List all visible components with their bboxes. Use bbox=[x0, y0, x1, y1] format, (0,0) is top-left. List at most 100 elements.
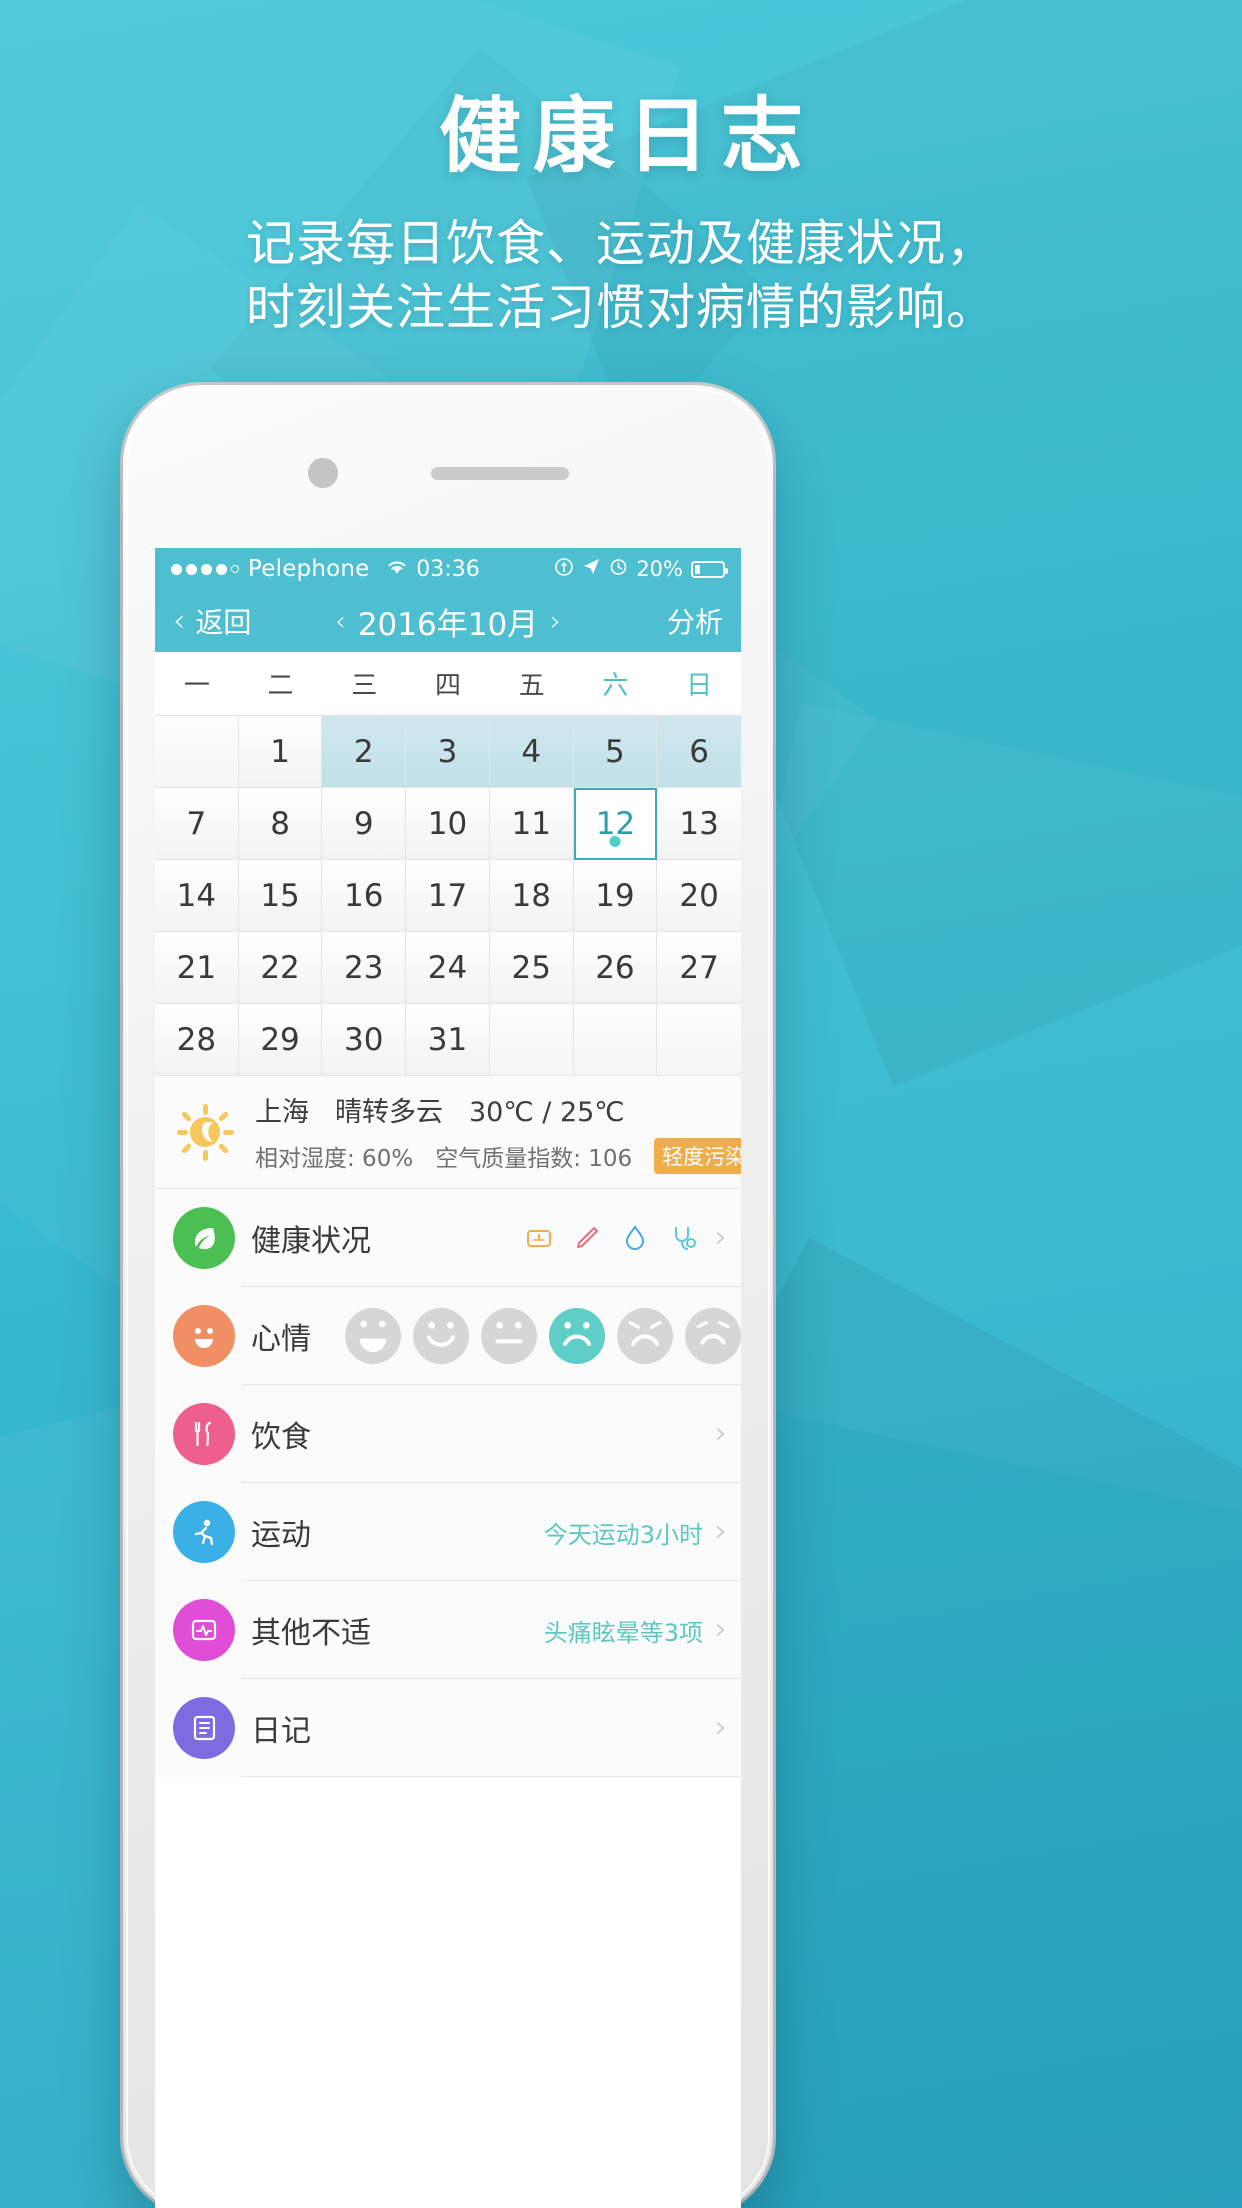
health-metric-icons: › bbox=[523, 1222, 727, 1254]
calendar-day-2[interactable]: 2 bbox=[322, 716, 407, 788]
list-item-value: 今天运动3小时 bbox=[543, 1520, 703, 1549]
back-button-label: 返回 bbox=[195, 606, 252, 639]
back-button[interactable]: ‹ 返回 bbox=[173, 601, 251, 641]
weekday-header-0: 一 bbox=[183, 671, 210, 701]
stethoscope-icon[interactable] bbox=[667, 1222, 699, 1254]
weekday-header-1: 二 bbox=[267, 671, 294, 701]
calendar-day-number: 9 bbox=[353, 805, 374, 842]
calendar-day-10[interactable]: 10 bbox=[406, 788, 490, 860]
list-item-trailing: › bbox=[703, 1419, 727, 1449]
calendar-day-31[interactable]: 31 bbox=[406, 1004, 490, 1076]
calendar-day-13[interactable]: 13 bbox=[657, 788, 741, 860]
hero-text-block: 健康日志 记录每日饮食、运动及健康状况， 时刻关注生活习惯对病情的影响。 bbox=[0, 96, 1242, 339]
chevron-right-icon: › bbox=[715, 1612, 727, 1647]
cutlery-icon bbox=[173, 1403, 235, 1465]
calendar-day-28[interactable]: 28 bbox=[155, 1004, 239, 1076]
calendar-day-30[interactable]: 30 bbox=[322, 1004, 407, 1076]
list-item-trailing: › bbox=[703, 1713, 727, 1743]
weekday-header-2: 三 bbox=[351, 671, 378, 701]
calendar-day-23[interactable]: 23 bbox=[322, 932, 407, 1004]
list-item-diary[interactable]: 日记 › bbox=[155, 1679, 741, 1777]
mood-option-frown-icon[interactable] bbox=[685, 1308, 741, 1364]
weather-temperature: 30℃ / 25℃ bbox=[469, 1097, 625, 1128]
calendar-day-21[interactable]: 21 bbox=[155, 932, 239, 1004]
location-arrow-icon bbox=[582, 557, 601, 581]
mood-option-neutral-icon[interactable] bbox=[481, 1308, 537, 1364]
calendar-grid: 1 2 3 4 5 6 7 8 9 10 11 12 13 14 15 16 17 18 19 20 21 22 23 24 2… bbox=[155, 716, 741, 1076]
calendar-day-9[interactable]: 9 bbox=[322, 788, 407, 860]
calendar-day-15[interactable]: 15 bbox=[238, 860, 323, 932]
calendar-day-8[interactable]: 8 bbox=[238, 788, 323, 860]
page-title: 健康日志 bbox=[438, 89, 815, 184]
chevron-right-icon: › bbox=[715, 1220, 727, 1255]
calendar-day-number: 15 bbox=[260, 877, 300, 914]
calendar-day-number: 31 bbox=[427, 1021, 468, 1058]
prev-month-button[interactable]: ‹ bbox=[335, 608, 346, 635]
list-item-label: 日记 bbox=[251, 1714, 311, 1749]
calendar-day-25[interactable]: 25 bbox=[489, 932, 574, 1004]
aqi-status-badge: 轻度污染 bbox=[654, 1138, 741, 1174]
calendar-day-1[interactable]: 1 bbox=[238, 716, 323, 788]
calendar-day-16[interactable]: 16 bbox=[322, 860, 407, 932]
calendar-day-6[interactable]: 6 bbox=[657, 716, 741, 788]
alarm-clock-icon bbox=[609, 557, 628, 581]
list-item-label: 健康状况 bbox=[251, 1224, 371, 1259]
list-item-value: 头痛眩晕等3项 bbox=[543, 1618, 703, 1647]
mood-option-smile-icon[interactable] bbox=[413, 1308, 469, 1364]
hero-subtitle: 记录每日饮食、运动及健康状况， 时刻关注生活习惯对病情的影响。 bbox=[0, 212, 1242, 339]
calendar-day-19[interactable]: 19 bbox=[573, 860, 658, 932]
analysis-button[interactable]: 分析 bbox=[667, 601, 723, 641]
phone-screen: Pelephone 03:36 20% ‹ 返回 ‹ 2016年10月 › 分析… bbox=[155, 548, 741, 2208]
mood-option-laugh-icon[interactable] bbox=[345, 1308, 401, 1364]
weather-condition: 晴转多云 bbox=[335, 1097, 443, 1128]
calendar-day-3[interactable]: 3 bbox=[406, 716, 490, 788]
status-bar-right: 20% bbox=[554, 557, 728, 582]
calendar-day-number: 2 bbox=[353, 733, 374, 770]
calendar-day-number: 24 bbox=[427, 949, 468, 986]
scale-icon[interactable] bbox=[523, 1222, 555, 1254]
calendar-day-5[interactable]: 5 bbox=[573, 716, 658, 788]
calendar-day-27[interactable]: 27 bbox=[657, 932, 741, 1004]
current-month-label: 2016年10月 bbox=[357, 606, 539, 643]
calendar-day-number: 8 bbox=[270, 805, 290, 842]
calendar-day-number: 19 bbox=[595, 877, 635, 914]
list-item-other-discomfort[interactable]: 其他不适 头痛眩晕等3项 › bbox=[155, 1581, 741, 1679]
calendar-day-7[interactable]: 7 bbox=[155, 788, 239, 860]
calendar-day-number: 10 bbox=[427, 805, 468, 842]
list-item-label: 心情 bbox=[251, 1322, 311, 1357]
calendar-day-11[interactable]: 11 bbox=[489, 788, 574, 860]
sun-cloud-icon bbox=[173, 1100, 237, 1164]
weather-row[interactable]: 上海 晴转多云 30℃ / 25℃ 相对湿度: 60% 空气质量指数: 106 … bbox=[155, 1076, 741, 1189]
battery-percent: 20% bbox=[636, 557, 683, 581]
calendar-day-number: 22 bbox=[260, 949, 300, 986]
weather-humidity: 相对湿度: 60% bbox=[255, 1146, 414, 1172]
calendar-day-24[interactable]: 24 bbox=[406, 932, 490, 1004]
weekday-header-3: 四 bbox=[434, 671, 461, 701]
list-item-exercise[interactable]: 运动 今天运动3小时 › bbox=[155, 1483, 741, 1581]
mood-option-cry-icon[interactable] bbox=[617, 1308, 673, 1364]
list-item-diet[interactable]: 饮食 › bbox=[155, 1385, 741, 1483]
smiley-face-icon bbox=[173, 1305, 235, 1367]
carrier-name: Pelephone bbox=[248, 556, 370, 582]
calendar-day-4[interactable]: 4 bbox=[489, 716, 574, 788]
calendar-day-12[interactable]: 12 bbox=[573, 788, 658, 860]
list-item-mood[interactable]: 心情 bbox=[155, 1287, 741, 1385]
mood-option-sad-icon[interactable] bbox=[549, 1308, 605, 1364]
calendar-day-18[interactable]: 18 bbox=[489, 860, 574, 932]
next-month-button[interactable]: › bbox=[550, 608, 561, 635]
list-item-label: 其他不适 bbox=[251, 1616, 371, 1651]
calendar-day-number: 3 bbox=[437, 733, 458, 770]
list-item-health-status[interactable]: 健康状况 › bbox=[155, 1189, 741, 1287]
calendar-day-14[interactable]: 14 bbox=[155, 860, 239, 932]
calendar-day-22[interactable]: 22 bbox=[238, 932, 323, 1004]
month-selector: ‹ 2016年10月 › bbox=[335, 599, 561, 644]
blood-drop-icon[interactable] bbox=[619, 1222, 651, 1254]
weather-primary-line: 上海 晴转多云 30℃ / 25℃ bbox=[255, 1090, 741, 1129]
calendar-day-17[interactable]: 17 bbox=[406, 860, 490, 932]
calendar-day-number: 18 bbox=[511, 877, 551, 914]
calendar-day-26[interactable]: 26 bbox=[573, 932, 658, 1004]
thermometer-icon[interactable] bbox=[571, 1222, 603, 1254]
calendar-day-29[interactable]: 29 bbox=[238, 1004, 323, 1076]
calendar-day-20[interactable]: 20 bbox=[657, 860, 741, 932]
chevron-right-icon: › bbox=[715, 1416, 727, 1451]
